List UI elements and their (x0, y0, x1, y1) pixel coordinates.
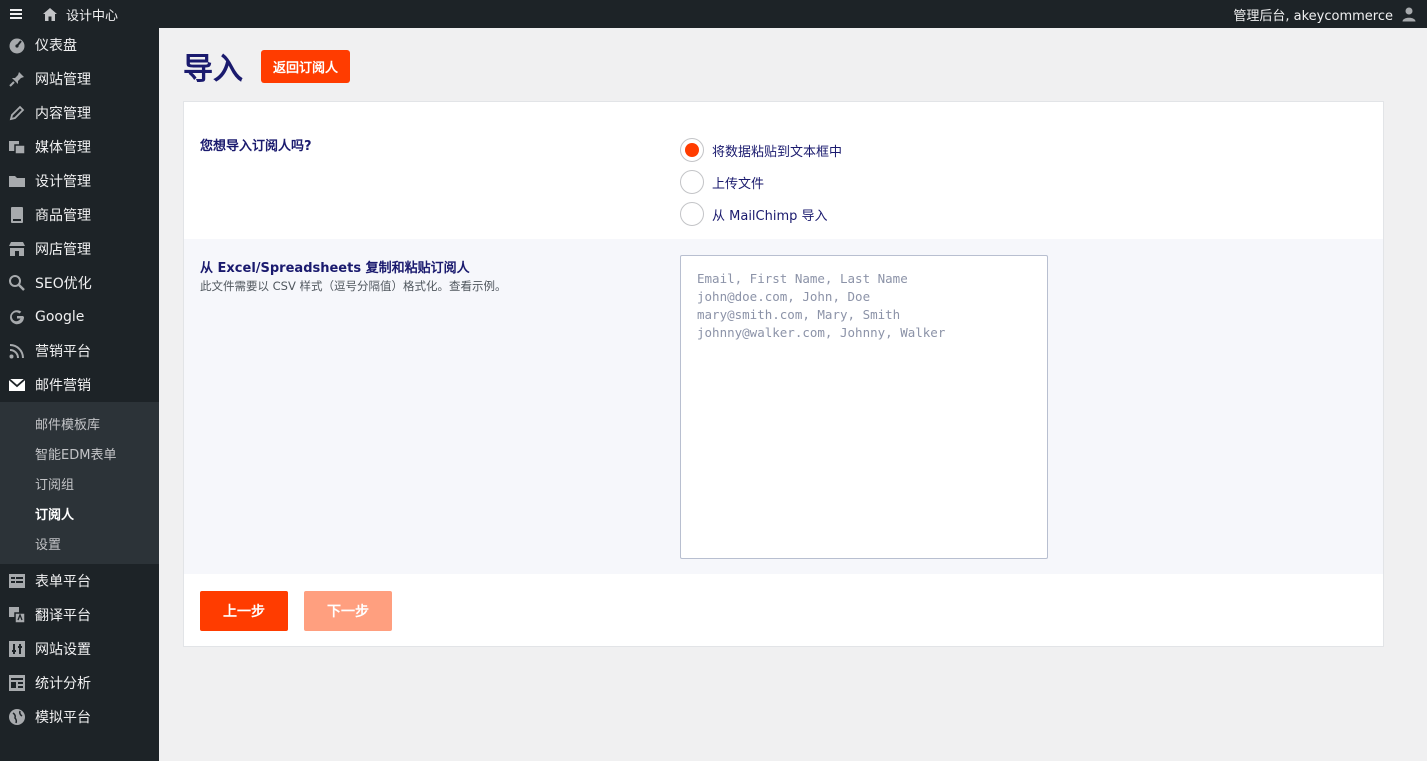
sidebar-item-label: 邮件营销 (35, 378, 91, 394)
sidebar-item-site[interactable]: 网站管理 (0, 62, 159, 96)
sidebar-item-label: 设计管理 (35, 174, 91, 190)
page-header: 导入 返回订阅人 (183, 44, 351, 88)
radio-option-paste[interactable]: 将数据粘贴到文本框中 (680, 134, 842, 166)
user-greeting: 管理后台, akeycommerce (1233, 8, 1393, 24)
book-icon (8, 206, 26, 224)
analytics-icon (8, 674, 26, 692)
back-to-subscribers-button[interactable]: 返回订阅人 (261, 49, 351, 83)
next-step-button[interactable]: 下一步 (304, 591, 392, 631)
media-icon (8, 138, 26, 156)
user-account-menu[interactable]: 管理后台, akeycommerce (1233, 5, 1427, 24)
sidebar-item-marketing[interactable]: 营销平台 (0, 334, 159, 368)
menu-toggle-button[interactable] (0, 0, 32, 28)
admin-topbar: 设计中心 管理后台, akeycommerce (0, 0, 1427, 28)
radio-option-label: 从 MailChimp 导入 (712, 208, 828, 224)
email-marketing-submenu: 邮件模板库 智能EDM表单 订阅组 订阅人 设置 (0, 402, 159, 564)
store-icon (8, 240, 26, 258)
submenu-item-settings[interactable]: 设置 (0, 528, 159, 558)
radio-mailchimp[interactable] (680, 202, 704, 226)
sidebar-item-content[interactable]: 内容管理 (0, 96, 159, 130)
submenu-item-templates[interactable]: 邮件模板库 (0, 408, 159, 438)
sidebar-item-media[interactable]: 媒体管理 (0, 130, 159, 164)
radio-paste[interactable] (680, 138, 704, 162)
sidebar-item-email-marketing[interactable]: 邮件营销 (0, 368, 159, 402)
import-method-radio-group: 将数据粘贴到文本框中 上传文件 从 MailChimp 导入 (680, 134, 842, 230)
sidebar-item-analytics[interactable]: 统计分析 (0, 666, 159, 700)
sidebar-item-label: 商品管理 (35, 208, 91, 224)
sidebar-item-label: 统计分析 (35, 676, 91, 692)
radio-option-label: 上传文件 (712, 176, 765, 192)
site-home-link[interactable]: 设计中心 (42, 5, 118, 24)
previous-step-button[interactable]: 上一步 (200, 591, 288, 631)
sidebar-item-dashboard[interactable]: 仪表盘 (0, 28, 159, 62)
sidebar-item-label: 仪表盘 (35, 38, 77, 54)
paste-section-description: 此文件需要以 CSV 样式（逗号分隔值）格式化。查看示例。 (200, 279, 507, 293)
page-title: 导入 (183, 52, 243, 87)
home-icon (43, 7, 57, 21)
settings-icon (8, 640, 26, 658)
sidebar-item-seo[interactable]: SEO优化 (0, 266, 159, 300)
submenu-item-lists[interactable]: 订阅组 (0, 468, 159, 498)
globe-icon (8, 708, 26, 726)
main-content: 导入 返回订阅人 您想导入订阅人吗? 将数据粘贴到文本框中 上传文件 从 Mai… (159, 28, 1427, 761)
admin-sidebar: 仪表盘 网站管理 内容管理 媒体管理 设计管理 商品管理 网店管理 SEO优化 … (0, 28, 159, 761)
mail-icon (8, 376, 26, 394)
radio-checked-dot (685, 143, 699, 157)
sidebar-item-google[interactable]: Google (0, 300, 159, 334)
user-avatar-icon (1402, 7, 1416, 22)
import-question-label: 您想导入订阅人吗? (200, 139, 312, 154)
form-icon (8, 572, 26, 590)
site-name: 设计中心 (66, 8, 119, 24)
dashboard-icon (8, 36, 26, 54)
pencil-icon (8, 104, 26, 122)
sidebar-item-translate[interactable]: 翻译平台 (0, 598, 159, 632)
subscribers-paste-textarea[interactable] (680, 255, 1048, 559)
sidebar-item-label: 模拟平台 (35, 710, 91, 726)
rss-icon (8, 342, 26, 360)
sidebar-item-label: 翻译平台 (35, 608, 91, 624)
sidebar-item-forms[interactable]: 表单平台 (0, 564, 159, 598)
sidebar-item-label: 营销平台 (35, 344, 91, 360)
sidebar-item-label: 表单平台 (35, 574, 91, 590)
sidebar-item-label: 媒体管理 (35, 140, 91, 156)
pin-icon (8, 70, 26, 88)
sidebar-item-simulation[interactable]: 模拟平台 (0, 700, 159, 734)
sidebar-item-label: Google (35, 309, 85, 325)
paste-data-row: 从 Excel/Spreadsheets 复制和粘贴订阅人 此文件需要以 CSV… (184, 239, 1383, 574)
sidebar-item-site-settings[interactable]: 网站设置 (0, 632, 159, 666)
sidebar-item-label: SEO优化 (35, 276, 92, 292)
sidebar-item-label: 网站管理 (35, 72, 91, 88)
submenu-item-subscribers[interactable]: 订阅人 (0, 498, 159, 528)
import-form-card: 您想导入订阅人吗? 将数据粘贴到文本框中 上传文件 从 MailChimp 导入… (183, 101, 1384, 647)
google-icon (8, 308, 26, 326)
radio-option-upload[interactable]: 上传文件 (680, 166, 842, 198)
sidebar-item-products[interactable]: 商品管理 (0, 198, 159, 232)
sidebar-item-label: 内容管理 (35, 106, 91, 122)
translate-icon (8, 606, 26, 624)
hamburger-icon (10, 9, 22, 19)
folder-icon (8, 172, 26, 190)
import-method-row: 您想导入订阅人吗? 将数据粘贴到文本框中 上传文件 从 MailChimp 导入 (184, 102, 1383, 239)
sidebar-item-label: 网站设置 (35, 642, 91, 658)
submenu-item-edm-forms[interactable]: 智能EDM表单 (0, 438, 159, 468)
sidebar-item-design[interactable]: 设计管理 (0, 164, 159, 198)
sidebar-item-store[interactable]: 网店管理 (0, 232, 159, 266)
radio-option-label: 将数据粘贴到文本框中 (712, 144, 843, 160)
radio-option-mailchimp[interactable]: 从 MailChimp 导入 (680, 198, 842, 230)
search-icon (8, 274, 26, 292)
sidebar-item-label: 网店管理 (35, 242, 91, 258)
radio-upload[interactable] (680, 170, 704, 194)
paste-section-title: 从 Excel/Spreadsheets 复制和粘贴订阅人 (200, 261, 470, 276)
